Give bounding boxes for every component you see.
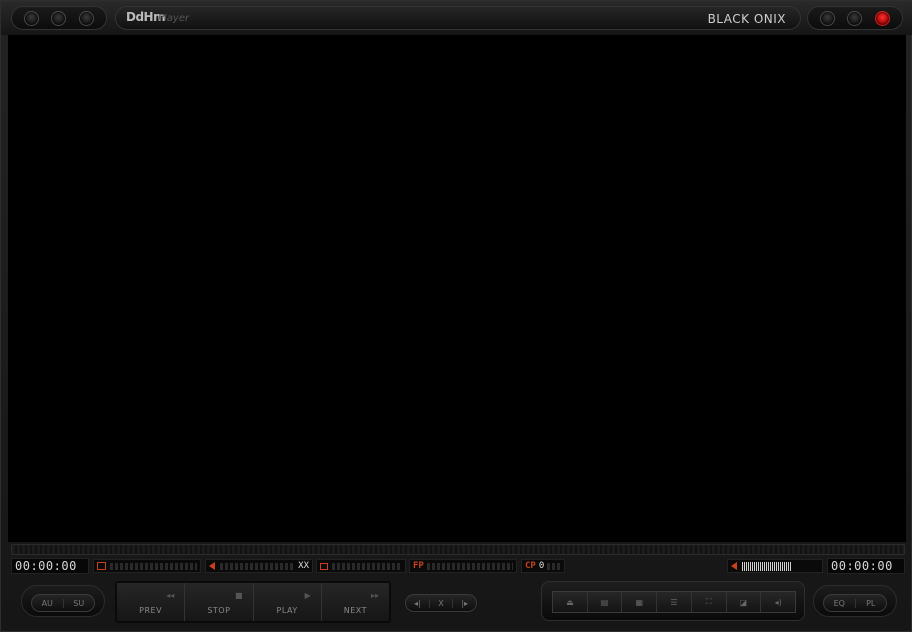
stop-button[interactable]: ■ STOP <box>184 583 253 621</box>
fp-meter-bar <box>426 562 513 570</box>
audio-meter-bar <box>220 562 296 570</box>
fp-label: FP <box>413 561 424 571</box>
monitor-icon <box>320 562 328 570</box>
layers-icon[interactable]: ▦ <box>621 592 656 612</box>
menu-button[interactable] <box>24 10 40 26</box>
seek-bar[interactable] <box>11 544 905 555</box>
elapsed-time: 00:00:00 <box>11 558 89 574</box>
fp-meter: FP <box>409 559 517 573</box>
speaker-icon <box>209 562 215 570</box>
cp-value: 0 <box>538 561 545 571</box>
subtitle-icon <box>97 562 106 570</box>
audio-indicator: XX <box>298 561 309 571</box>
next-icon: ▸▸ <box>370 591 379 600</box>
window-button-group <box>807 6 903 30</box>
maximize-button[interactable] <box>847 10 863 26</box>
open-button[interactable] <box>51 10 67 26</box>
title-pill: DdHm Player BLACK ONIX <box>115 6 801 30</box>
video-meter-bar <box>332 562 402 570</box>
total-time: 00:00:00 <box>827 558 905 574</box>
cp-meter-bar <box>547 562 561 570</box>
audio-meter: XX <box>205 559 313 573</box>
au-button[interactable]: AU <box>32 599 63 608</box>
eq-button[interactable]: EQ <box>824 599 855 608</box>
volume-level-bars[interactable] <box>742 561 792 571</box>
frame-step-pill: ◂| X |▸ <box>405 594 477 612</box>
file-icon[interactable]: ▤ <box>586 592 622 612</box>
audio-icon[interactable]: ◂) <box>760 592 795 612</box>
step-forward-button[interactable]: |▸ <box>452 598 476 608</box>
options-button[interactable] <box>78 10 94 26</box>
audio-subtitle-pill: AU SU <box>31 594 95 612</box>
player-window: DdHm Player BLACK ONIX 00:00:00 XX FP CP… <box>0 0 912 632</box>
subtitle-meter-bar <box>110 562 197 570</box>
video-area[interactable] <box>8 35 906 542</box>
tool-panel: ⏏ ▤ ▦ ☰ ⛶ ◪ ◂) <box>541 581 805 621</box>
eq-playlist-pill: EQ PL <box>823 594 887 612</box>
su-button[interactable]: SU <box>62 598 95 608</box>
tool-row: ⏏ ▤ ▦ ☰ ⛶ ◪ ◂) <box>552 591 796 613</box>
cp-label: CP <box>525 561 536 571</box>
app-logo-subtitle: Player <box>158 13 190 24</box>
play-button[interactable]: ▶ PLAY <box>252 583 321 621</box>
volume-icon <box>731 562 737 570</box>
eject-icon[interactable]: ⏏ <box>553 592 587 612</box>
video-meter <box>316 559 406 573</box>
minimize-button[interactable] <box>820 10 836 26</box>
step-back-button[interactable]: ◂| <box>406 599 429 608</box>
cp-meter: CP 0 <box>521 559 565 573</box>
prev-button[interactable]: ◂◂ PREV <box>117 583 185 621</box>
step-close-button[interactable]: X <box>428 598 453 608</box>
left-button-group <box>11 6 107 30</box>
playlist-button[interactable]: PL <box>854 598 887 608</box>
minimode-icon[interactable]: ◪ <box>725 592 761 612</box>
next-button[interactable]: ▸▸ NEXT <box>320 583 389 621</box>
fullscreen-icon[interactable]: ⛶ <box>690 592 726 612</box>
prev-icon: ◂◂ <box>166 591 175 600</box>
settings-icon[interactable]: ☰ <box>656 592 691 612</box>
transport-controls: ◂◂ PREV ■ STOP ▶ PLAY ▸▸ NEXT <box>115 581 391 623</box>
subtitle-meter <box>93 559 201 573</box>
control-panel: AU SU ◂◂ PREV ■ STOP ▶ PLAY ▸▸ NEXT ◂| X <box>11 579 905 625</box>
skin-name: BLACK ONIX <box>707 12 786 26</box>
status-row: 00:00:00 XX FP CP 0 00:00:00 <box>11 558 905 574</box>
volume-slider[interactable] <box>727 559 823 573</box>
title-bar[interactable]: DdHm Player BLACK ONIX <box>1 1 912 35</box>
close-button[interactable] <box>874 10 890 26</box>
play-icon: ▶ <box>304 591 311 600</box>
stop-icon: ■ <box>234 591 243 600</box>
